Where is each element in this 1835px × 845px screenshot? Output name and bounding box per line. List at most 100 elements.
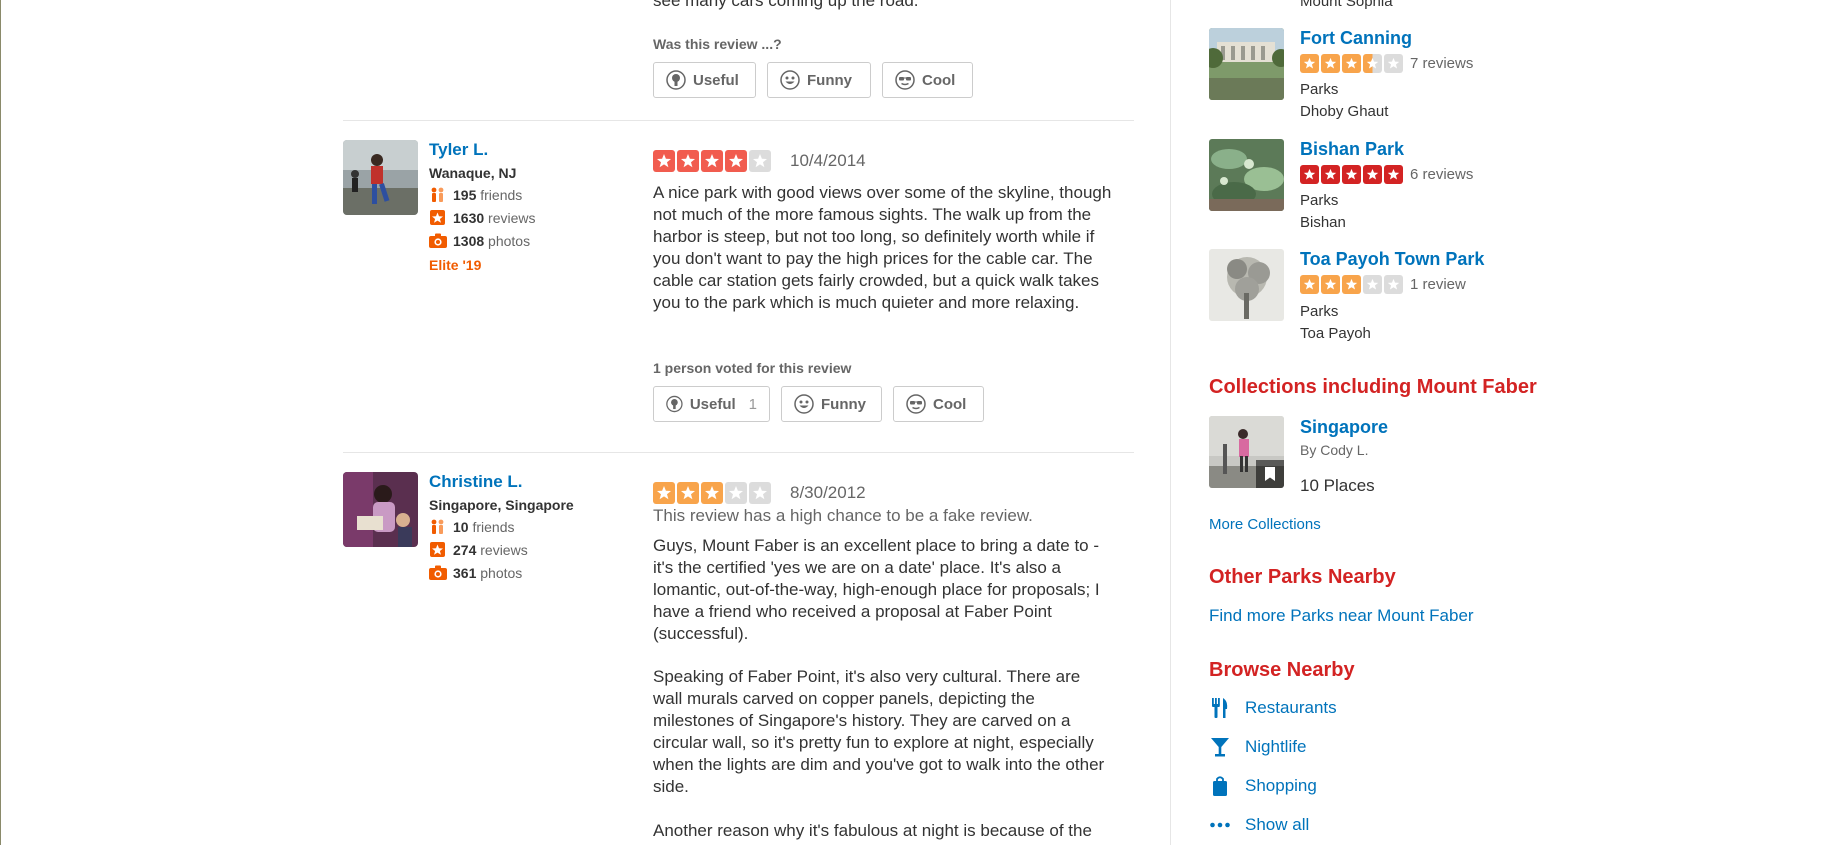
photos-count: 1308 photos (429, 233, 530, 249)
business-category[interactable]: Parks (1300, 303, 1338, 320)
collection-author: By Cody L. (1300, 442, 1369, 458)
browse-label: Restaurants (1245, 698, 1337, 717)
funny-label: Funny (821, 395, 866, 413)
useful-label: Useful (689, 395, 736, 413)
browse-restaurants-link[interactable]: Restaurants (1209, 697, 1337, 719)
rating-star (1363, 54, 1382, 73)
business-rating (1300, 165, 1403, 184)
business-category[interactable]: Parks (1300, 192, 1338, 209)
business-name[interactable]: Fort Canning (1300, 28, 1412, 49)
rating-star (653, 150, 675, 172)
lightbulb-icon (666, 70, 686, 90)
reviews-count: 274 reviews (429, 542, 528, 558)
funny-button[interactable]: Funny (781, 386, 882, 422)
find-more-parks-link[interactable]: Find more Parks near Mount Faber (1209, 606, 1474, 626)
review-partial-text: see many cars coming up the road. (653, 0, 919, 10)
other-parks-title: Other Parks Nearby (1209, 566, 1396, 588)
star-review-icon (430, 542, 445, 557)
reviewer-location: Wanaque, NJ (429, 165, 517, 181)
rating-star (1300, 165, 1319, 184)
business-neighborhood: Toa Payoh (1300, 325, 1371, 342)
business-photo[interactable] (1209, 28, 1284, 100)
reviewer-name[interactable]: Christine L. (429, 472, 523, 492)
review-divider (343, 452, 1134, 453)
browse-label: Show all (1245, 815, 1310, 834)
browse-label: Nightlife (1245, 737, 1307, 756)
browse-nightlife-link[interactable]: Nightlife (1209, 736, 1306, 758)
friends-number: 195 (453, 187, 477, 203)
friends-count: 195 friends (429, 187, 522, 203)
rating-star (1363, 275, 1382, 294)
rating-star (1384, 54, 1403, 73)
rating-star (1321, 165, 1340, 184)
business-name[interactable]: Toa Payoh Town Park (1300, 249, 1484, 270)
more-collections-link[interactable]: More Collections (1209, 516, 1321, 533)
business-photo[interactable] (1209, 249, 1284, 321)
vote-count-label: 1 person voted for this review (653, 360, 852, 376)
business-review-count: 1 review (1410, 276, 1466, 293)
camera-icon (429, 565, 447, 580)
cool-button[interactable]: Cool (882, 62, 973, 98)
business-neighborhood: Mount Sophia (1300, 0, 1393, 10)
rating-star (1321, 54, 1340, 73)
rating-star (701, 482, 723, 504)
rating-star (1384, 275, 1403, 294)
bookmark-icon[interactable] (1256, 460, 1284, 488)
cool-button[interactable]: Cool (893, 386, 984, 422)
elite-badge[interactable]: Elite '19 (429, 257, 481, 273)
rating-star (1321, 275, 1340, 294)
sunglasses-icon (895, 70, 915, 90)
avatar[interactable] (343, 472, 418, 547)
review-paragraph: Guys, Mount Faber is an excellent place … (653, 536, 1100, 643)
business-rating (1300, 275, 1403, 294)
business-photo[interactable] (1209, 139, 1284, 211)
useful-button[interactable]: Useful (653, 62, 756, 98)
friends-icon (431, 519, 444, 534)
rating-star (749, 482, 771, 504)
useful-button[interactable]: Useful 1 (653, 386, 770, 422)
rating-star (749, 150, 771, 172)
lightbulb-icon (666, 395, 683, 413)
rating-star (725, 482, 747, 504)
business-neighborhood: Dhoby Ghaut (1300, 103, 1389, 120)
photos-count: 361 photos (429, 565, 522, 581)
fork-knife-icon (1209, 697, 1231, 719)
rating-star (1300, 54, 1319, 73)
review-divider (343, 120, 1134, 121)
business-review-count: 7 reviews (1410, 55, 1474, 72)
rating-star (1342, 54, 1361, 73)
browse-nearby-title: Browse Nearby (1209, 659, 1355, 681)
rating-star (677, 482, 699, 504)
vote-prompt: Was this review ...? (653, 36, 782, 52)
funny-button[interactable]: Funny (767, 62, 871, 98)
collection-name[interactable]: Singapore (1300, 417, 1388, 438)
cool-label: Cool (933, 395, 967, 413)
reviewer-name[interactable]: Tyler L. (429, 140, 488, 160)
smiley-icon (794, 394, 814, 414)
star-review-icon (430, 210, 445, 225)
smiley-icon (780, 70, 800, 90)
browse-label: Shopping (1245, 776, 1317, 795)
business-name[interactable]: Bishan Park (1300, 139, 1404, 160)
collection-photo[interactable] (1209, 416, 1284, 488)
review-paragraph: Speaking of Faber Point, it's also very … (653, 667, 1105, 796)
photos-label: photos (488, 233, 531, 249)
reviews-count: 1630 reviews (429, 210, 536, 226)
avatar[interactable] (343, 140, 418, 215)
camera-icon (429, 233, 447, 248)
sunglasses-icon (906, 394, 926, 414)
business-rating (1300, 54, 1403, 73)
useful-label: Useful (693, 71, 739, 89)
browse-show-all-link[interactable]: Show all (1209, 814, 1309, 836)
business-category[interactable]: Parks (1300, 81, 1338, 98)
review-rating (653, 150, 771, 172)
shopping-bag-icon (1209, 775, 1231, 797)
rating-star (677, 150, 699, 172)
photos-number: 1308 (453, 233, 485, 249)
rating-star (653, 482, 675, 504)
reviews-label: reviews (480, 542, 528, 558)
business-neighborhood: Bishan (1300, 214, 1346, 231)
browse-shopping-link[interactable]: Shopping (1209, 775, 1317, 797)
fake-review-notice: This review has a high chance to be a fa… (653, 506, 1033, 525)
friends-count: 10 friends (429, 519, 515, 535)
